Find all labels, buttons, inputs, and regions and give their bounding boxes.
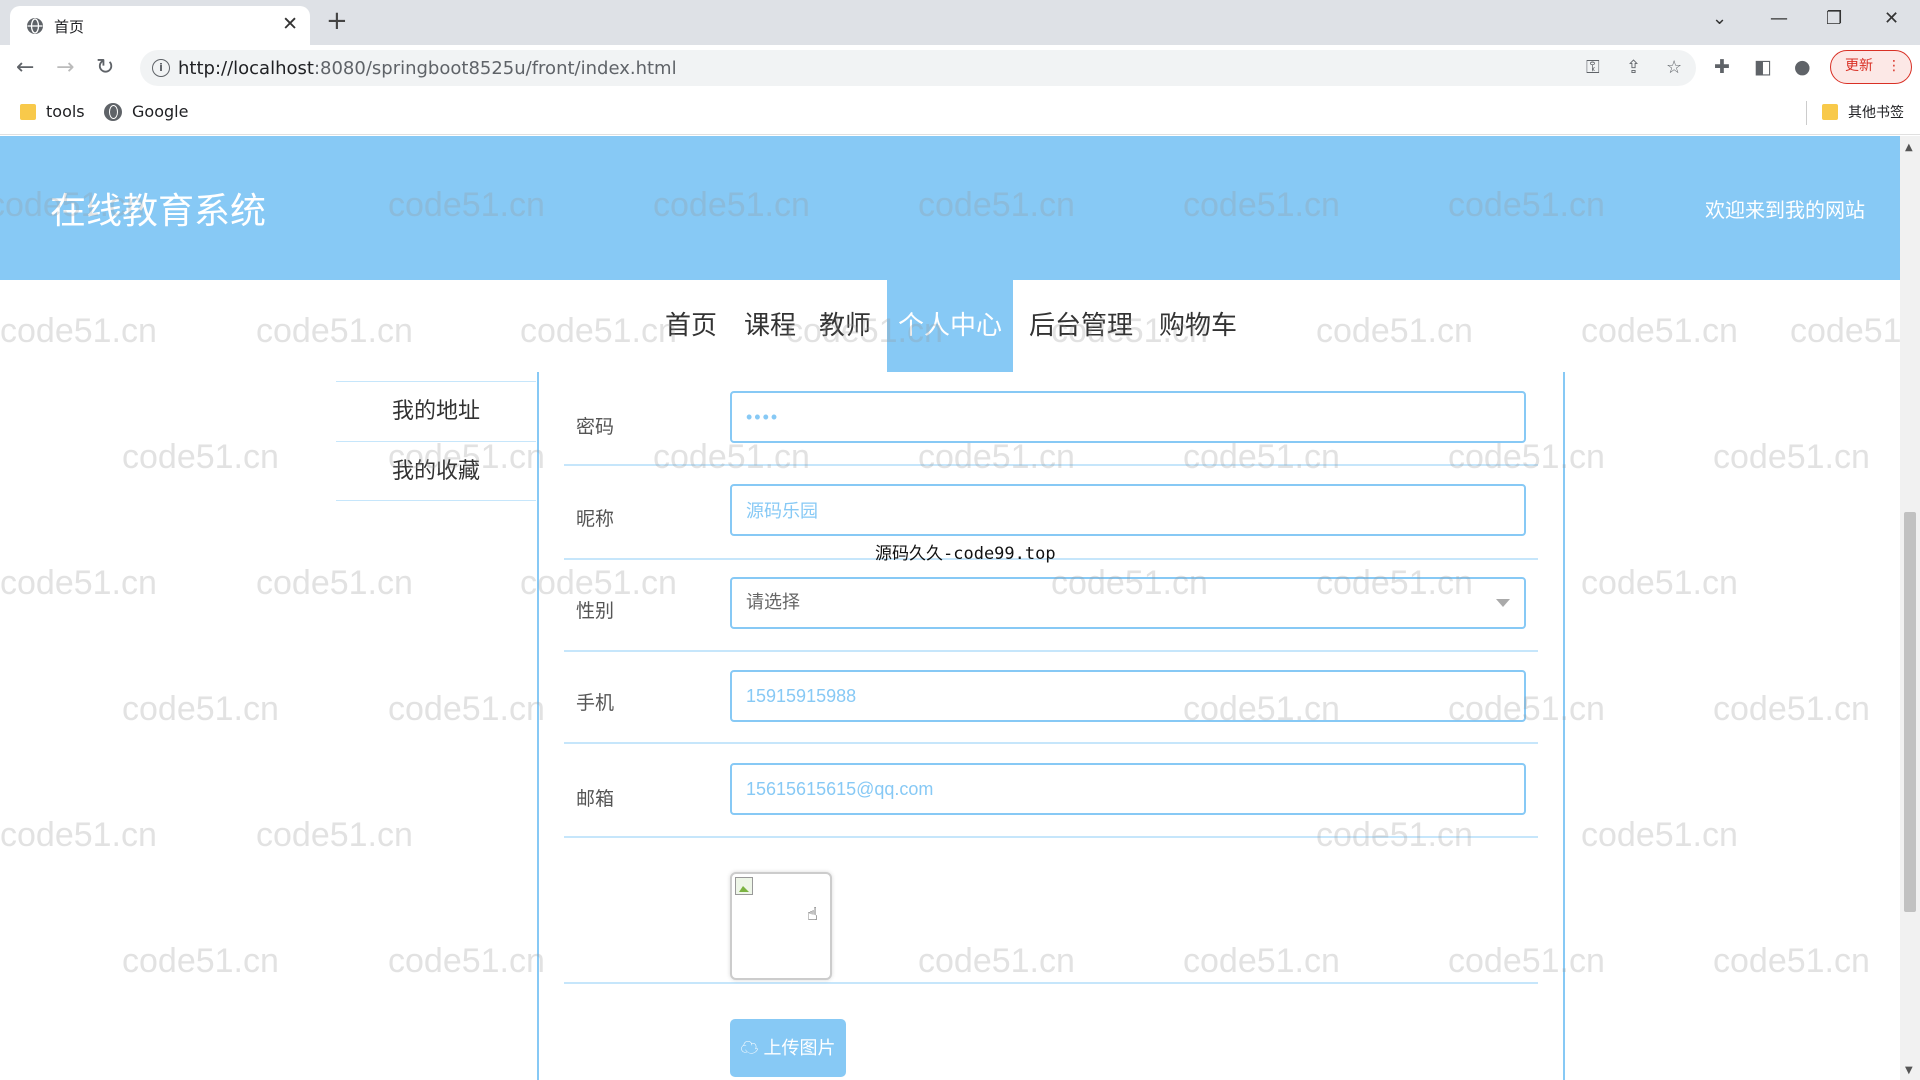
info-icon[interactable]: i: [152, 59, 170, 77]
nav-home[interactable]: 首页: [654, 280, 728, 372]
email-label: 邮箱: [576, 788, 615, 810]
other-bookmarks[interactable]: 其他书签: [1822, 102, 1904, 122]
nav-cart[interactable]: 购物车: [1148, 280, 1248, 372]
address-bar[interactable]: i http://localhost:8080/springboot8525u/…: [140, 50, 1696, 86]
share-icon[interactable]: ⇪: [1626, 57, 1641, 78]
bookmark-google[interactable]: Google: [104, 102, 188, 121]
gender-select[interactable]: 请选择: [730, 577, 1526, 629]
watermark: code51.cn: [0, 816, 157, 854]
phone-label: 手机: [576, 692, 615, 714]
globe-icon: [27, 18, 43, 34]
close-window-icon[interactable]: ✕: [1884, 8, 1899, 29]
update-button[interactable]: 更新 ⋮: [1830, 50, 1912, 84]
watermark: code51.cn: [1581, 816, 1738, 854]
watermark: code51.cn: [1713, 942, 1870, 980]
page-scrollbar[interactable]: ▲ ▼: [1900, 136, 1920, 1080]
side-menu: 我的地址 我的收藏: [336, 381, 536, 501]
extensions-icon[interactable]: ✚: [1714, 56, 1730, 78]
close-tab-icon[interactable]: ✕: [282, 13, 298, 35]
reload-icon[interactable]: ↻: [96, 55, 114, 80]
hand-cursor-icon: ☝: [807, 904, 818, 925]
tab-title: 首页: [54, 18, 85, 36]
bookmarks-bar: tools Google 其他书签: [0, 91, 1920, 135]
watermark: code51.cn: [388, 942, 545, 980]
nav-courses[interactable]: 课程: [733, 280, 807, 372]
back-arrow-icon[interactable]: ←: [16, 55, 34, 80]
nav-admin[interactable]: 后台管理: [1020, 280, 1142, 372]
watermark: code51.cn: [122, 438, 279, 476]
main-nav: 首页 课程 教师 个人中心 后台管理 购物车: [0, 280, 1900, 372]
watermark: code51.cn: [1713, 690, 1870, 728]
site-title: 在线教育系统: [50, 191, 267, 232]
gender-row: 性别 请选择: [564, 560, 1538, 652]
page-viewport: 在线教育系统 欢迎来到我的网站 首页 课程 教师 个人中心 后台管理 购物车 我…: [0, 136, 1900, 1080]
watermark: code51.cn: [122, 690, 279, 728]
minimize-icon[interactable]: —: [1770, 8, 1788, 29]
password-label: 密码: [576, 416, 615, 438]
nickname-label: 昵称: [576, 508, 615, 530]
nickname-field[interactable]: [730, 484, 1526, 536]
upload-image-button[interactable]: ☁ 上传图片: [730, 1019, 846, 1077]
profile-form: 密码 昵称 性别 请选择 手机 邮箱 ☝ ☁ 上传: [537, 372, 1565, 1080]
browser-tab-strip: 首页 ✕ + ⌄ — ❐ ✕: [0, 0, 1920, 45]
nav-personal-center[interactable]: 个人中心: [887, 280, 1013, 372]
watermark: code51.cn: [1713, 438, 1870, 476]
star-icon[interactable]: ☆: [1666, 57, 1682, 78]
phone-row: 手机: [564, 652, 1538, 744]
gender-label: 性别: [576, 600, 615, 622]
browser-tab[interactable]: 首页 ✕: [10, 6, 310, 45]
restore-icon[interactable]: ❐: [1826, 8, 1842, 29]
side-panel-icon[interactable]: ◧: [1754, 56, 1772, 78]
new-tab-button[interactable]: +: [326, 6, 348, 36]
url-text[interactable]: http://localhost:8080/springboot8525u/fr…: [178, 58, 677, 79]
scroll-up-icon[interactable]: ▲: [1905, 142, 1913, 153]
broken-image-icon: [735, 877, 753, 895]
bookmark-tools[interactable]: tools: [20, 102, 85, 121]
password-row: 密码: [564, 372, 1538, 466]
phone-field[interactable]: [730, 670, 1526, 722]
watermark: code51.cn: [256, 816, 413, 854]
profile-icon[interactable]: ●: [1794, 56, 1811, 78]
welcome-text: 欢迎来到我的网站: [1705, 198, 1865, 222]
bookmarks-divider: [1806, 101, 1807, 125]
nav-teachers[interactable]: 教师: [808, 280, 882, 372]
email-field[interactable]: [730, 763, 1526, 815]
side-item-my-favorites[interactable]: 我的收藏: [336, 441, 536, 501]
watermark: code51.cn: [122, 942, 279, 980]
browser-toolbar: ← → ↻ i http://localhost:8080/springboot…: [0, 45, 1920, 91]
avatar-preview[interactable]: ☝: [730, 872, 832, 980]
overlay-watermark-text: 源码久久-code99.top: [875, 544, 1056, 564]
more-menu-icon[interactable]: ⋮: [1887, 51, 1901, 82]
avatar-row: [564, 838, 1538, 984]
email-row: 邮箱: [564, 744, 1538, 838]
chevron-down-icon: [1496, 599, 1510, 607]
cloud-upload-icon: ☁: [740, 1038, 759, 1058]
tab-search-icon[interactable]: ⌄: [1712, 8, 1727, 29]
watermark: code51.cn: [388, 690, 545, 728]
forward-arrow-icon[interactable]: →: [56, 55, 74, 80]
side-item-my-address[interactable]: 我的地址: [336, 381, 536, 441]
scrollbar-thumb[interactable]: [1904, 512, 1916, 912]
globe-icon: [104, 102, 122, 121]
password-field[interactable]: [730, 391, 1526, 443]
watermark: code51.cn: [1581, 564, 1738, 602]
key-icon[interactable]: ⚿: [1586, 57, 1600, 78]
scroll-down-icon[interactable]: ▼: [1905, 1065, 1913, 1076]
watermark: code51.cn: [256, 564, 413, 602]
folder-icon: [1822, 104, 1838, 120]
site-header: 在线教育系统 欢迎来到我的网站: [0, 136, 1900, 280]
folder-icon: [20, 103, 36, 120]
watermark: code51.cn: [0, 564, 157, 602]
